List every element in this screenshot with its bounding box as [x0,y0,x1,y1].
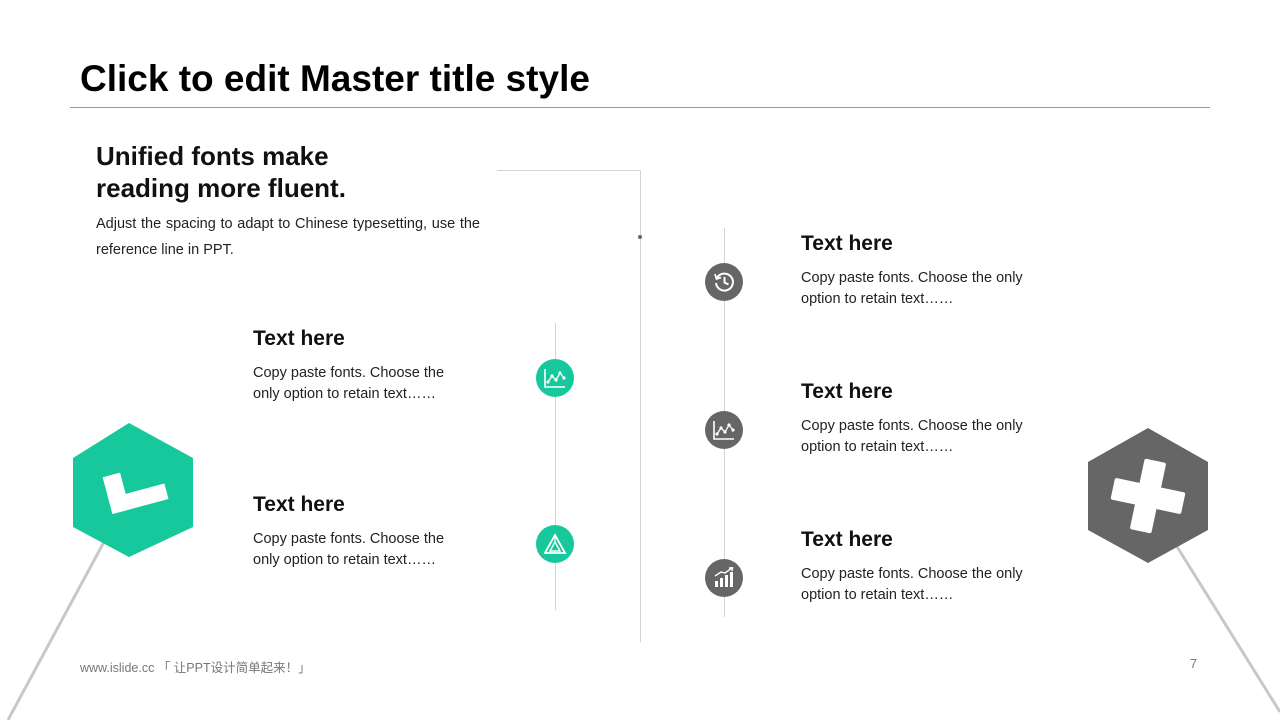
item-body: Copy paste fonts. Choose the only option… [801,270,1023,307]
item-body: Copy paste fonts. Choose the only option… [801,418,1023,455]
item-body: Copy paste fonts. Choose the only option… [801,566,1023,603]
check-badge [73,423,193,557]
cross-badge [1088,428,1208,563]
footer-website: www.islide.cc 「 让PPT设计简单起来！」 [80,661,311,675]
item-heading: Text here [801,380,893,403]
left-item-1-icon-circle [536,359,574,397]
chart-scatter-icon [713,421,735,440]
intro-body: Adjust the spacing to adapt to Chinese t… [96,216,480,258]
item-heading: Text here [801,232,893,255]
right-item-3-icon-circle [705,559,743,597]
page-title: Click to edit Master title style [80,58,590,99]
right-item-1: Text here Copy paste fonts. Choose the o… [801,232,1041,310]
right-item-1-icon-circle [705,263,743,301]
chart-scatter-icon [544,369,566,388]
history-clock-icon [714,272,734,292]
triangle-icon [543,533,567,554]
item-heading: Text here [801,528,893,551]
left-item-2-icon-circle [536,525,574,563]
right-item-3: Text here Copy paste fonts. Choose the o… [801,528,1041,606]
item-body: Copy paste fonts. Choose the only option… [253,365,445,402]
right-item-2: Text here Copy paste fonts. Choose the o… [801,380,1041,458]
left-item-1: Text here Copy paste fonts. Choose the o… [253,327,468,405]
page-number: 7 [1190,657,1197,671]
item-heading: Text here [253,493,345,516]
item-heading: Text here [253,327,345,350]
decorative-lines [6,170,1280,720]
intro-heading: Unified fonts make reading more fluent. [96,140,396,204]
left-item-2: Text here Copy paste fonts. Choose the o… [253,493,468,571]
right-item-2-icon-circle [705,411,743,449]
intro-heading-line-1: Unified fonts make [96,141,329,171]
intro-heading-line-2: reading more fluent. [96,173,346,203]
item-body: Copy paste fonts. Choose the only option… [253,531,445,568]
bar-chart-growth-icon [714,567,734,587]
title-divider [70,107,1210,108]
